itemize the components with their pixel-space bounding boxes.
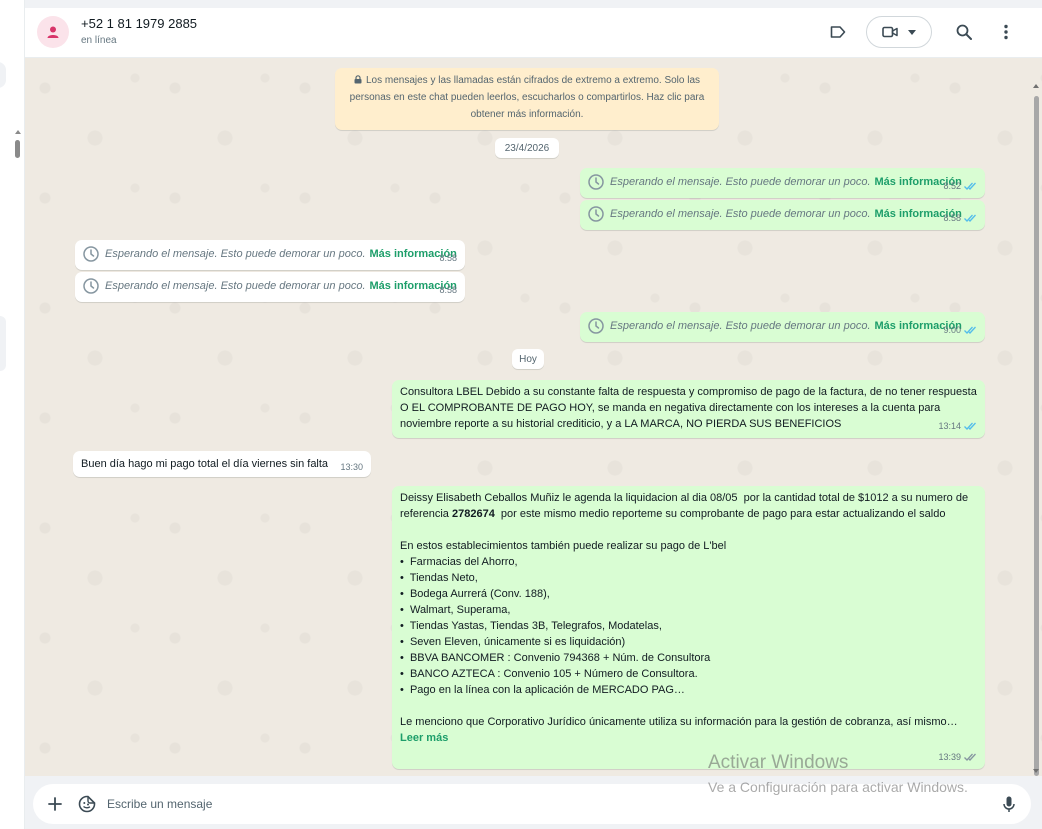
chevron-down-icon [908, 29, 916, 35]
menu-icon [1004, 24, 1008, 40]
message-time: 13:30 [340, 462, 363, 472]
top-gap [25, 0, 1042, 8]
closing-text: Le menciono que Corporativo Jurídico úni… [400, 716, 958, 728]
message-bubble-outgoing[interactable]: Deissy Elisabeth Ceballos Muñiz le agend… [392, 486, 985, 769]
place-item: • Tiendas Neto, [400, 572, 478, 584]
attach-button[interactable] [43, 792, 67, 816]
lock-icon [354, 75, 362, 84]
mic-icon [1003, 796, 1015, 812]
message-bubble-incoming[interactable]: Buen día hago mi pago total el día viern… [73, 451, 371, 477]
places-title: En estos establecimientos también puede … [400, 540, 727, 552]
contact-name: +52 1 81 1979 2885 [81, 16, 198, 31]
reference-number: 2782674 [451, 508, 495, 520]
place-item: • Seven Eleven, únicamente si es liquida… [400, 636, 626, 648]
chat-scrollbar[interactable] [1032, 58, 1042, 776]
read-ticks-icon [964, 422, 976, 430]
plus-icon [48, 797, 62, 811]
left-panel-tab [0, 316, 6, 371]
video-call-button[interactable] [866, 16, 932, 48]
read-ticks-icon [964, 182, 976, 190]
message-text: Consultora LBEL Debido a su constante fa… [400, 386, 980, 430]
waiting-message[interactable]: Esperando el mensaje. Esto puede demorar… [75, 240, 465, 270]
message-time: 8:58 [439, 253, 457, 263]
waiting-text: Esperando el mensaje. Esto puede demorar… [105, 248, 366, 260]
message-time: 13:14 [938, 421, 961, 431]
scroll-up-arrow[interactable] [1033, 84, 1039, 88]
contact-info[interactable]: +52 1 81 1979 2885 en línea [81, 16, 197, 46]
message-meta: 8:58 [439, 282, 457, 298]
label-icon [830, 26, 846, 38]
contact-status: en línea [81, 35, 117, 46]
message-meta: 8:52 [943, 178, 977, 194]
message-meta: 8:58 [439, 250, 457, 266]
voice-button[interactable] [997, 792, 1021, 816]
date-chip: Hoy [512, 349, 544, 369]
waiting-message[interactable]: Esperando el mensaje. Esto puede demorar… [75, 272, 465, 302]
menu-button[interactable] [1003, 20, 1009, 44]
clock-icon [83, 246, 99, 262]
video-call-icon [882, 26, 898, 38]
message-meta: 13:39 [938, 749, 977, 765]
scroll-down-arrow[interactable] [1033, 769, 1039, 773]
left-scrollbar-thumb[interactable] [15, 140, 20, 158]
message-bubble-outgoing[interactable]: Consultora LBEL Debido a su constante fa… [392, 380, 985, 438]
waiting-message[interactable]: Esperando el mensaje. Esto puede demorar… [580, 168, 985, 198]
chat-area[interactable]: Los mensajes y las llamadas están cifrad… [25, 58, 1042, 776]
delivered-ticks-icon [964, 753, 976, 761]
waiting-text: Esperando el mensaje. Esto puede demorar… [610, 320, 871, 332]
clock-icon [588, 174, 604, 190]
read-ticks-icon [964, 326, 976, 334]
clock-icon [588, 318, 604, 334]
waiting-message[interactable]: Esperando el mensaje. Esto puede demorar… [580, 200, 985, 230]
message-text: Buen día hago mi pago total el día viern… [81, 458, 329, 470]
scroll-up-arrow[interactable] [15, 130, 21, 134]
chat-scrollbar-thumb[interactable] [1034, 96, 1039, 776]
place-item: • Bodega Aurrerá (Conv. 188), [400, 588, 550, 600]
left-panel-edge [0, 0, 25, 829]
message-body: Deissy Elisabeth Ceballos Muñiz le agend… [392, 486, 985, 526]
chat-header: +52 1 81 1979 2885 en línea [25, 8, 1042, 58]
message-meta: 13:30 [340, 459, 363, 475]
message-time: 8:58 [439, 285, 457, 295]
place-item: • Farmacias del Ahorro, [400, 556, 518, 568]
place-item: • Pago en la línea con la aplicación de … [400, 684, 685, 696]
sticker-button[interactable] [75, 792, 99, 816]
left-panel-tab [0, 62, 6, 88]
message-time: 8:58 [943, 213, 961, 223]
search-button[interactable] [956, 20, 972, 44]
place-item: • Tiendas Yastas, Tiendas 3B, Telegrafos… [400, 620, 662, 632]
date-chip: 23/4/2026 [495, 138, 559, 158]
avatar[interactable] [37, 16, 69, 48]
read-more-link[interactable]: Leer más [392, 730, 985, 750]
place-item: • Walmart, Superama, [400, 604, 511, 616]
message-time: 9:00 [943, 325, 961, 335]
contact-avatar-icon [47, 26, 59, 38]
message-meta: 8:58 [943, 210, 977, 226]
windows-watermark-subtitle: Ve a Configuración para activar Windows. [708, 779, 968, 795]
clock-icon [588, 206, 604, 222]
message-meta: 9:00 [943, 322, 977, 338]
read-ticks-icon [964, 214, 976, 222]
windows-watermark-title: Activar Windows [708, 752, 849, 773]
waiting-text: Esperando el mensaje. Esto puede demorar… [610, 176, 871, 188]
clock-icon [83, 278, 99, 294]
label-button[interactable] [830, 20, 846, 44]
message-time: 13:39 [938, 752, 961, 762]
waiting-text: Esperando el mensaje. Esto puede demorar… [610, 208, 871, 220]
search-icon [956, 24, 972, 40]
place-item: • BBVA BANCOMER : Convenio 794368 + Núm.… [400, 652, 711, 664]
place-item: • BANCO AZTECA : Convenio 105 + Número d… [400, 668, 698, 680]
message-text: por este mismo medio reporteme su compro… [494, 508, 946, 520]
waiting-message[interactable]: Esperando el mensaje. Esto puede demorar… [580, 312, 985, 342]
waiting-text: Esperando el mensaje. Esto puede demorar… [105, 280, 366, 292]
encryption-notice[interactable]: Los mensajes y las llamadas están cifrad… [335, 68, 719, 130]
message-time: 8:52 [943, 181, 961, 191]
message-meta: 13:14 [938, 418, 977, 434]
sticker-icon [78, 795, 96, 813]
message-input[interactable] [107, 794, 987, 814]
encryption-text: Los mensajes y las llamadas están cifrad… [349, 75, 705, 120]
